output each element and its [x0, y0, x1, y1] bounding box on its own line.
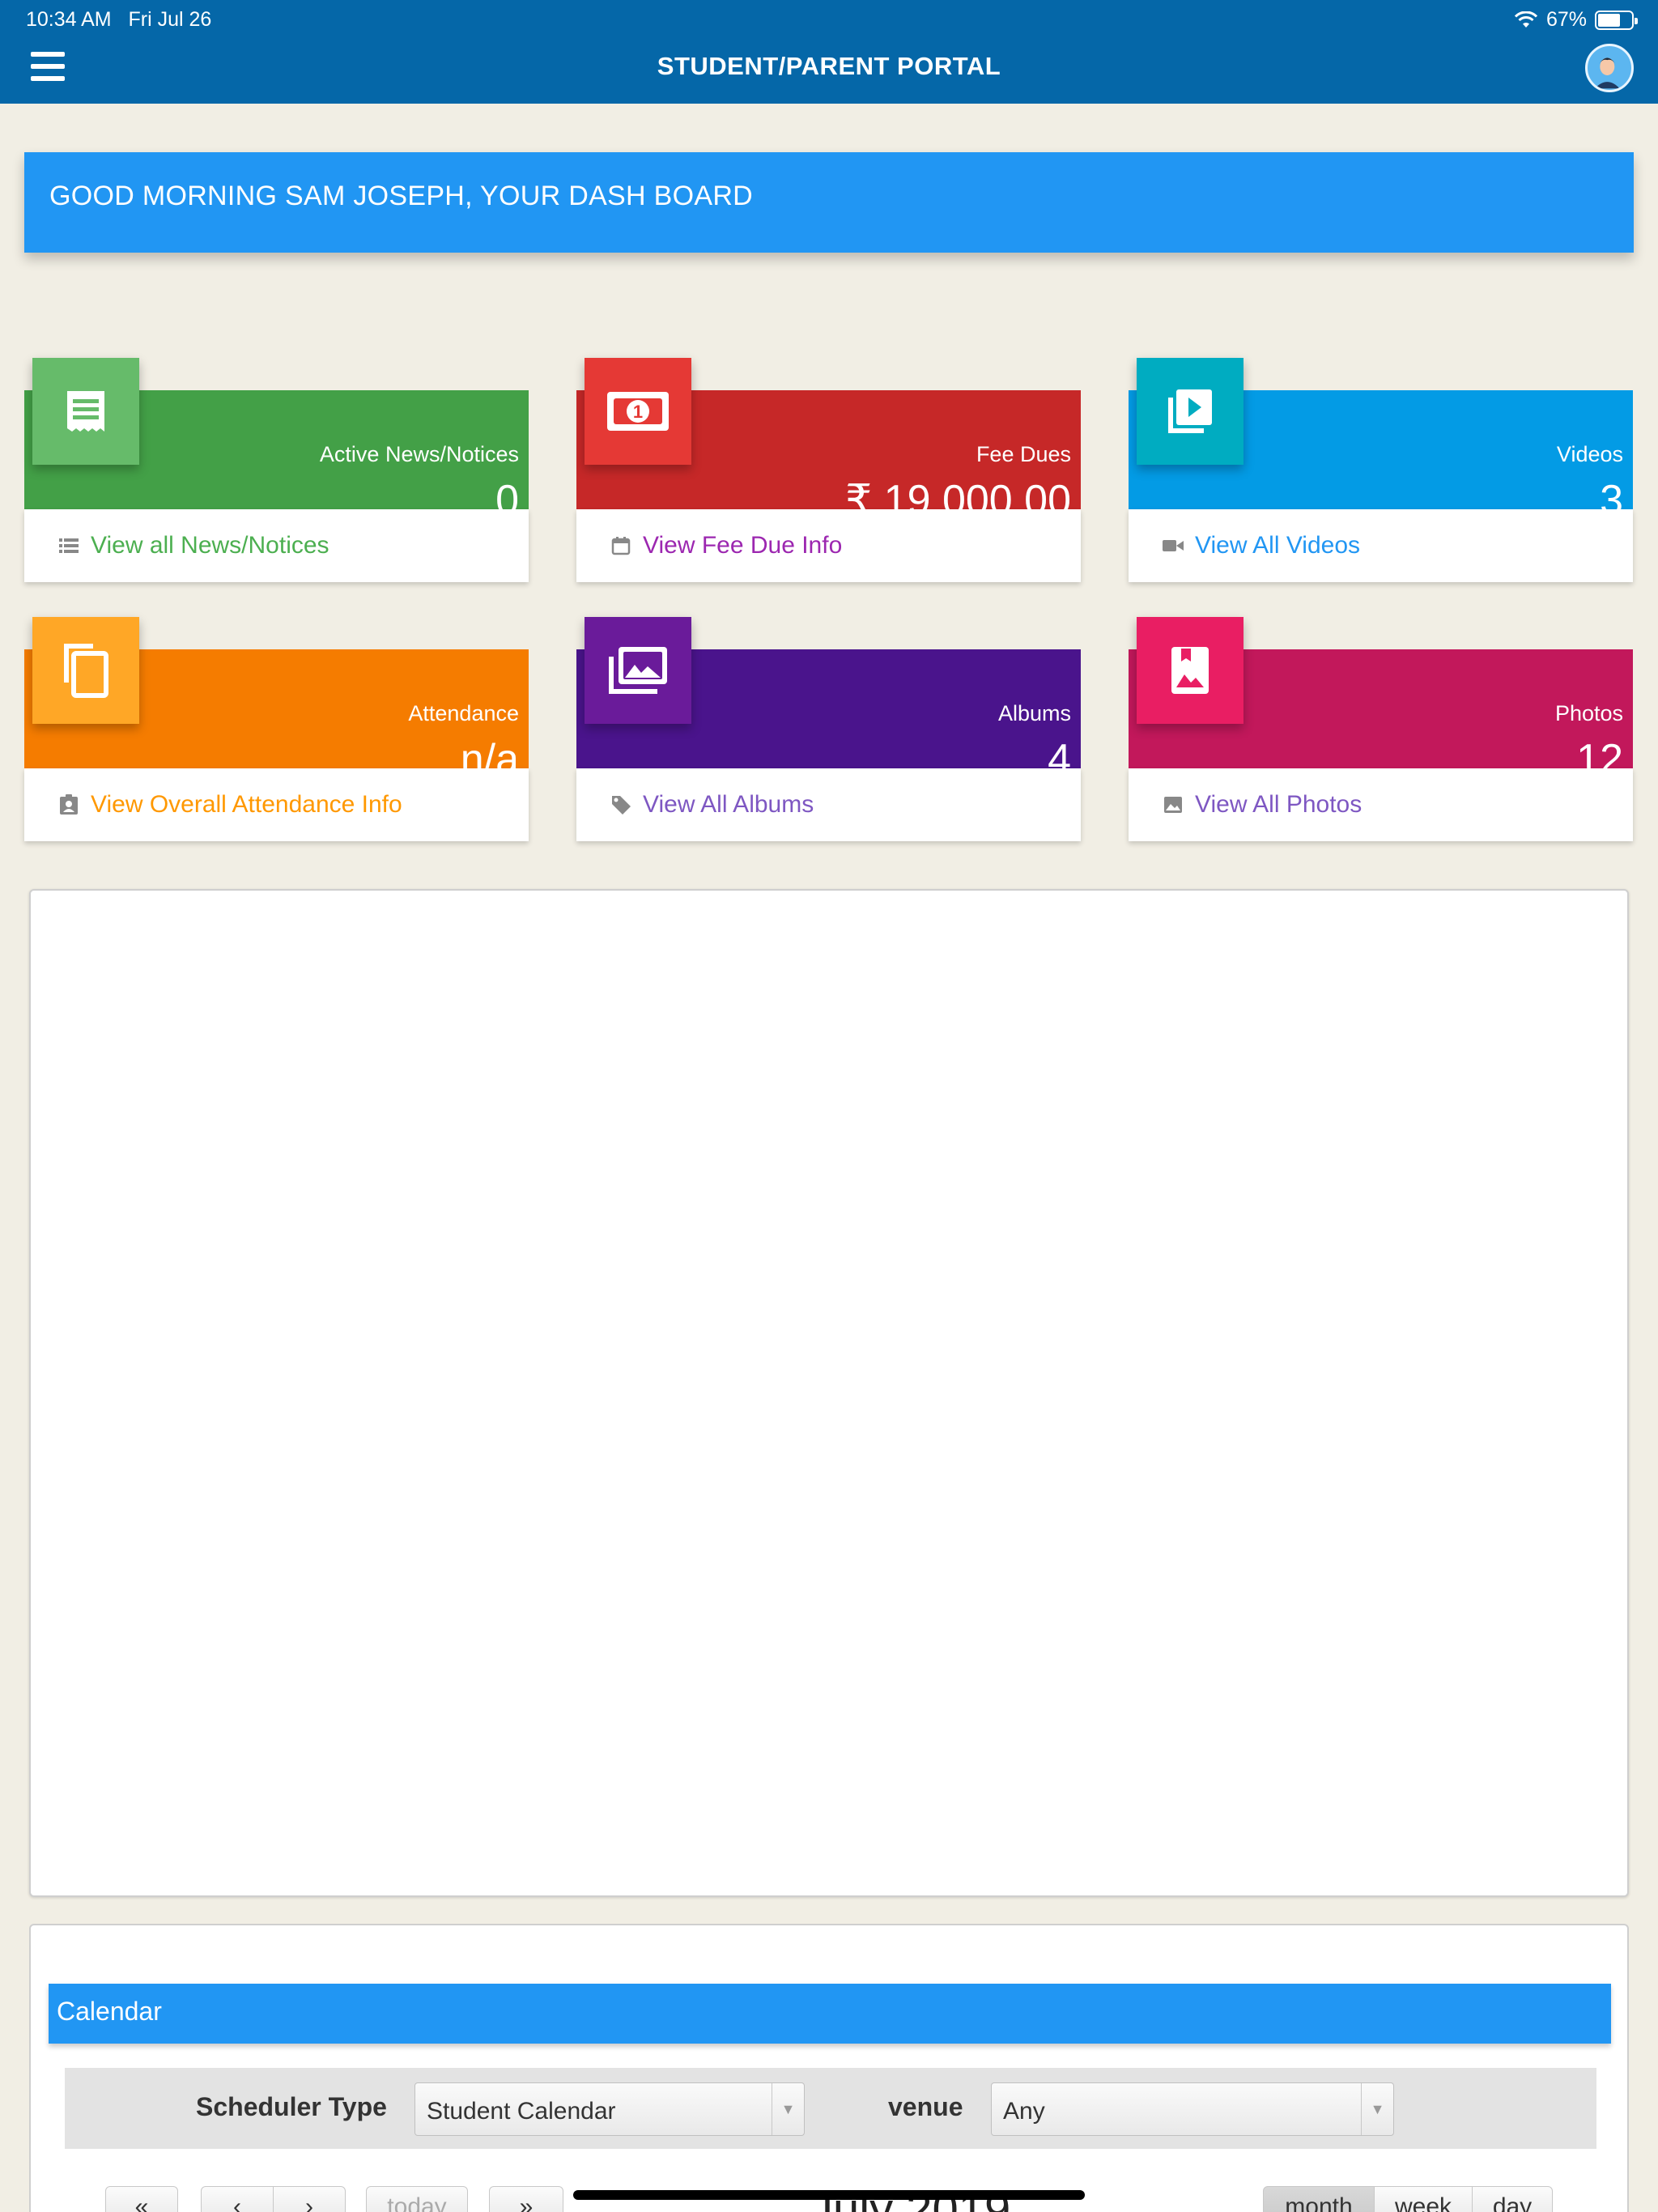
next-year-button[interactable]: » [489, 2186, 563, 2212]
card-link-text[interactable]: View All Videos [1195, 532, 1360, 559]
status-time-text: 10:34 AM [26, 8, 112, 31]
tag-icon [610, 794, 631, 815]
status-indicators: 67% [1514, 8, 1638, 32]
venue-label: venue [888, 2092, 963, 2121]
video-library-icon [1137, 358, 1244, 465]
scheduler-bar: Scheduler Type Student Calendar ▼ venue … [65, 2068, 1596, 2149]
home-indicator[interactable] [573, 2190, 1085, 2200]
scheduler-type-select[interactable]: Student Calendar ▼ [414, 2082, 805, 2136]
videocam-icon [1163, 535, 1184, 556]
avatar[interactable] [1585, 44, 1634, 92]
calendar-panel: Calendar Scheduler Type Student Calendar… [29, 1924, 1629, 2212]
fee-dues-card: Fee Dues ₹ 19,000.00 1 View Fee Due Info [576, 358, 1081, 582]
calendar-icon [610, 535, 631, 556]
prev-year-button[interactable]: « [105, 2186, 178, 2212]
page-title: STUDENT/PARENT PORTAL [657, 52, 1001, 80]
contact-badge-icon [58, 794, 79, 815]
card-link-text[interactable]: View Overall Attendance Info [91, 791, 402, 819]
card-label: Fee Dues [976, 442, 1071, 466]
battery-icon [1595, 10, 1638, 30]
news-notices-link[interactable]: View all News/Notices [24, 509, 529, 582]
image-icon [1163, 794, 1184, 815]
venue-value: Any [1003, 2098, 1045, 2125]
fee-due-link[interactable]: View Fee Due Info [576, 509, 1081, 582]
next-button[interactable]: › [273, 2186, 346, 2212]
user-avatar-icon [1589, 50, 1625, 89]
greeting-banner: GOOD MORNING SAM JOSEPH, YOUR DASH BOARD [24, 152, 1634, 253]
card-link-text[interactable]: View Fee Due Info [643, 532, 842, 559]
videos-link[interactable]: View All Videos [1129, 509, 1633, 582]
attendance-card: Attendance n/a View Overall Attendance I… [24, 617, 529, 841]
photo-album-icon [1137, 617, 1244, 724]
list-icon [58, 535, 79, 556]
copy-icon [32, 617, 139, 724]
albums-link[interactable]: View All Albums [576, 768, 1081, 841]
money-icon: 1 [585, 358, 691, 465]
chevron-down-icon: ▼ [1361, 2083, 1393, 2135]
photos-card: Photos 12 View All Photos [1129, 617, 1633, 841]
chevron-down-icon: ▼ [772, 2083, 804, 2135]
receipt-icon [32, 358, 139, 465]
videos-card: Videos 3 View All Videos [1129, 358, 1633, 582]
attendance-link[interactable]: View Overall Attendance Info [24, 768, 529, 841]
card-link-text[interactable]: View All Photos [1195, 791, 1362, 819]
card-link-text[interactable]: View All Albums [643, 791, 814, 819]
status-time: 10:34 AM Fri Jul 26 [26, 8, 211, 32]
albums-card: Albums 4 View All Albums [576, 617, 1081, 841]
card-label: Videos [1556, 442, 1623, 466]
scheduler-type-label: Scheduler Type [196, 2092, 387, 2121]
venue-select[interactable]: Any ▼ [991, 2082, 1394, 2136]
calendar-header: Calendar [49, 1984, 1611, 2044]
card-label: Attendance [408, 701, 519, 725]
card-link-text[interactable]: View all News/Notices [91, 532, 329, 559]
today-button[interactable]: today [366, 2186, 468, 2212]
photos-link[interactable]: View All Photos [1129, 768, 1633, 841]
news-notices-card: Active News/Notices 0 View all News/Noti… [24, 358, 529, 582]
week-view-button[interactable]: week [1374, 2186, 1473, 2212]
prev-button[interactable]: ‹ [201, 2186, 274, 2212]
battery-percent: 67% [1545, 8, 1587, 31]
top-bar: 10:34 AM Fri Jul 26 67% STUDENT/PARENT P… [0, 0, 1658, 104]
status-date-text: Fri Jul 26 [128, 8, 212, 31]
card-label: Albums [997, 701, 1071, 725]
month-view-button[interactable]: month [1263, 2186, 1375, 2212]
scheduler-type-value: Student Calendar [427, 2098, 616, 2125]
dashboard-chart-panel [29, 889, 1629, 1897]
wifi-icon [1514, 11, 1538, 28]
card-label: Photos [1554, 701, 1623, 725]
card-label: Active News/Notices [319, 442, 519, 466]
photo-library-icon [585, 617, 691, 724]
day-view-button[interactable]: day [1472, 2186, 1553, 2212]
svg-text:1: 1 [633, 402, 643, 422]
